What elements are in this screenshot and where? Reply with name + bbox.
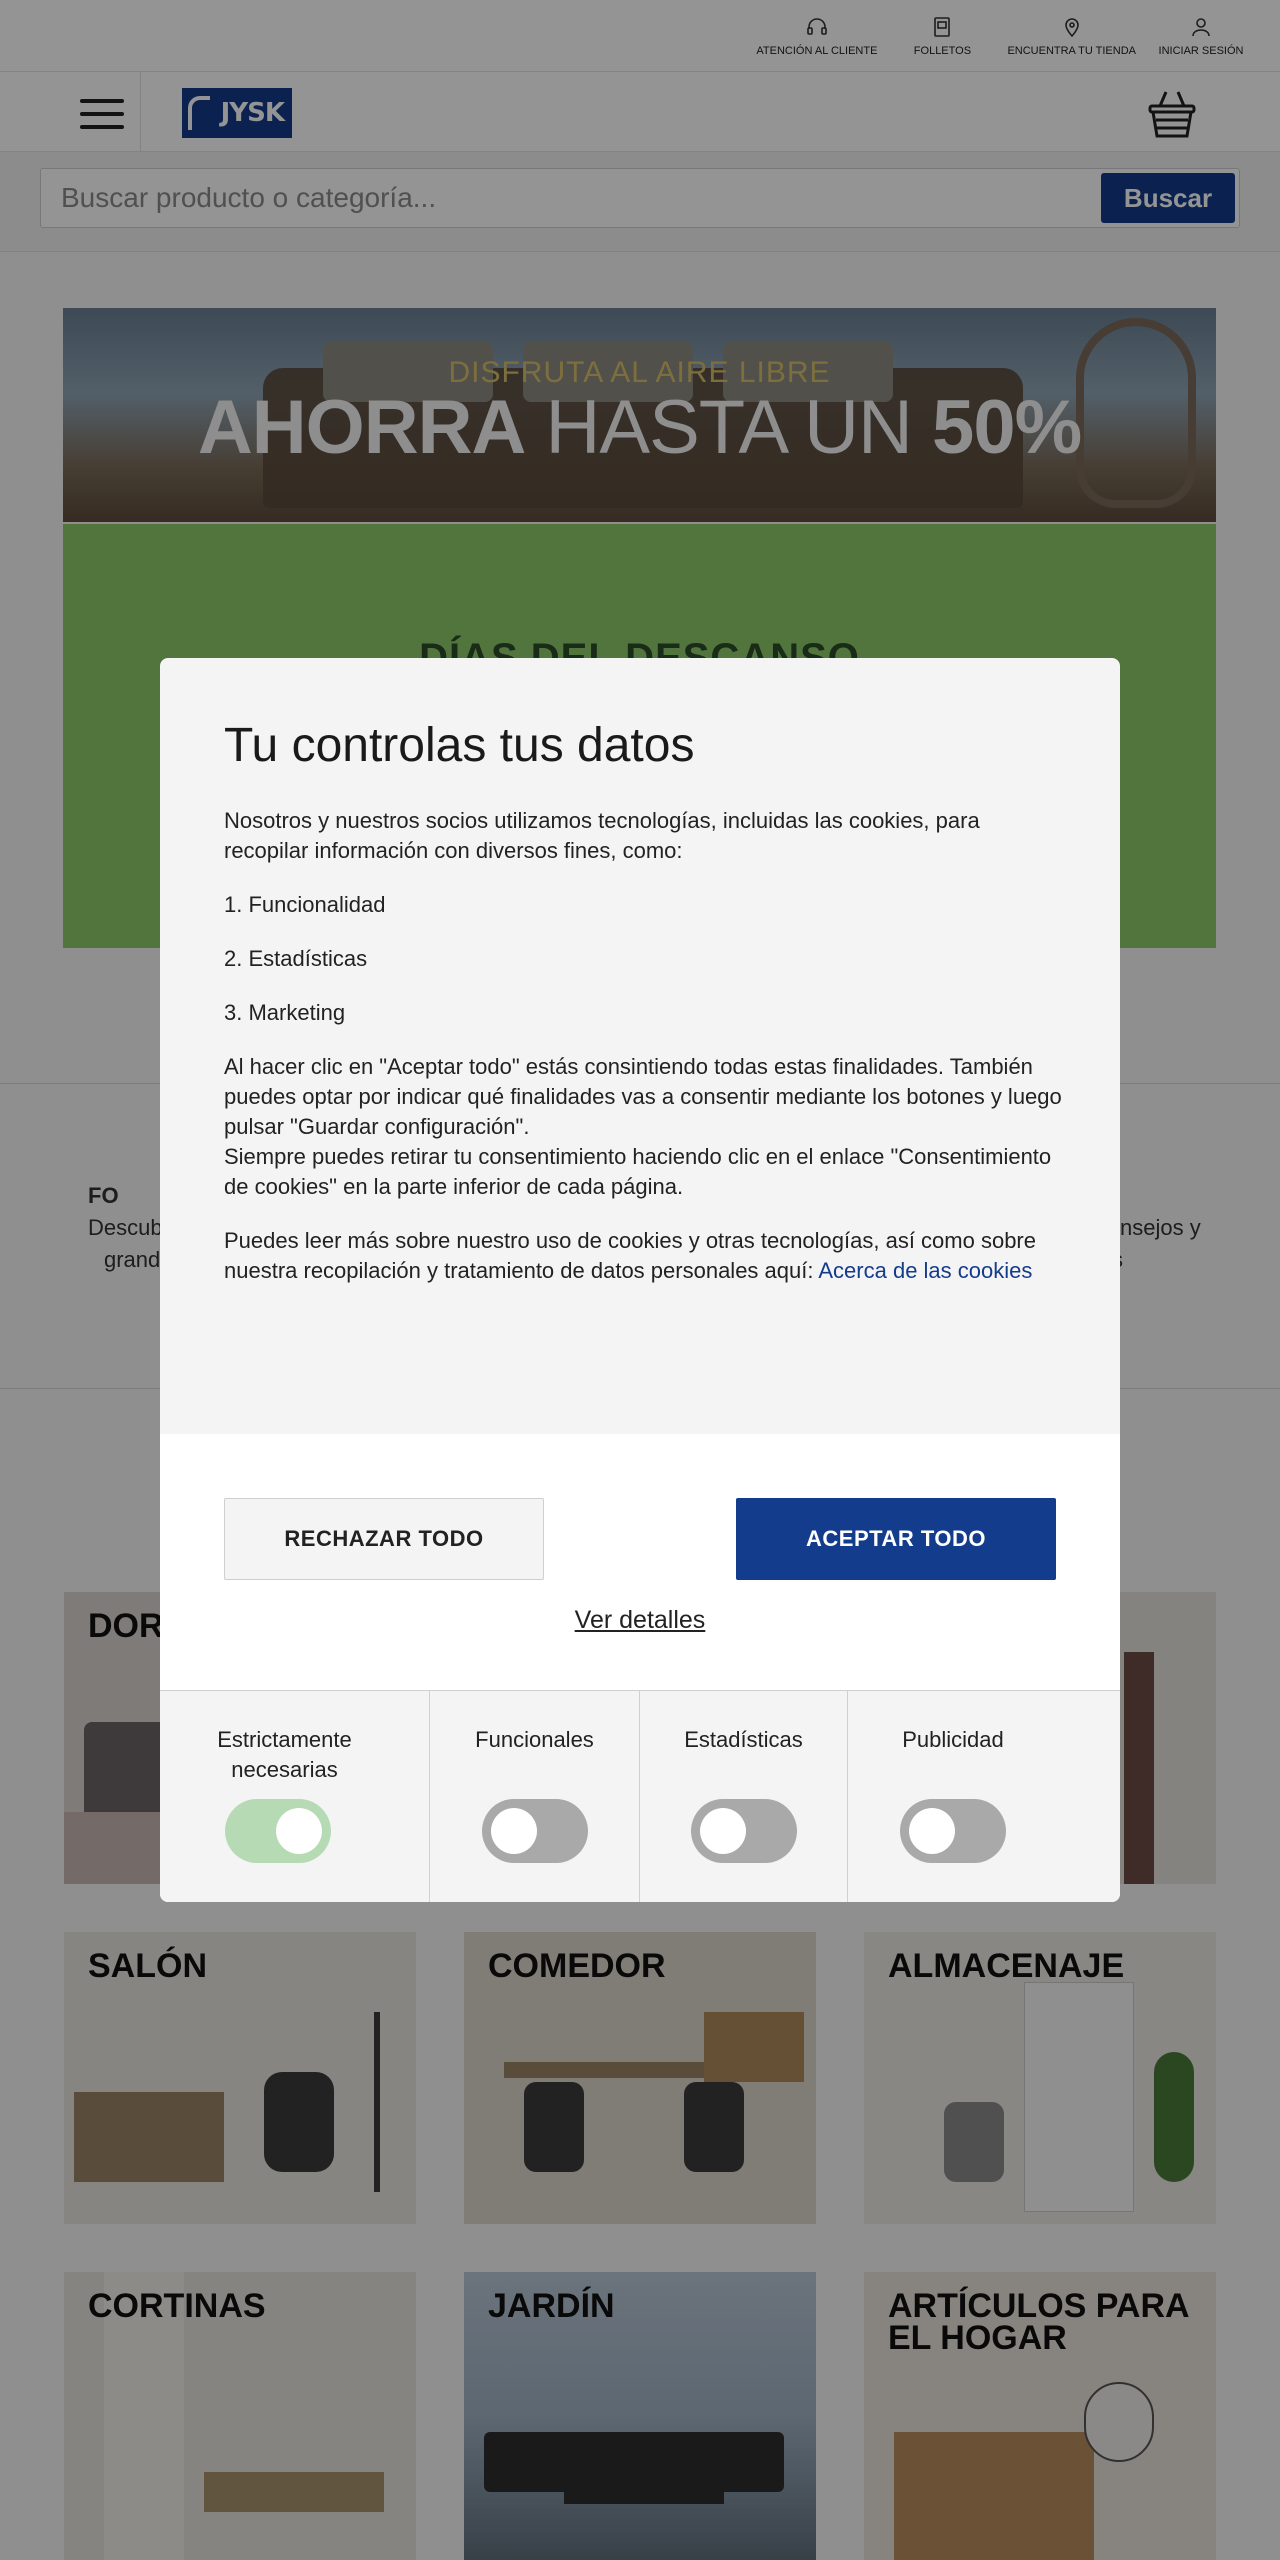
- consent-purpose-item: 3. Marketing: [224, 1000, 346, 1025]
- functional-toggle[interactable]: [481, 1799, 588, 1863]
- consent-body: Nosotros y nuestros socios utilizamos te…: [224, 806, 1064, 1310]
- consent-more: Puedes leer más sobre nuestro uso de coo…: [224, 1226, 1064, 1286]
- cookies-info-link[interactable]: Acerca de las cookies: [818, 1258, 1032, 1283]
- consent-withdraw: Siempre puedes retirar tu consentimiento…: [224, 1144, 1052, 1199]
- toggle-column-necessary: Estrictamente necesarias: [160, 1691, 430, 1902]
- statistics-toggle[interactable]: [690, 1799, 797, 1863]
- advertising-toggle[interactable]: [900, 1799, 1006, 1863]
- toggle-label: Funcionales: [475, 1727, 594, 1752]
- consent-explain: Al hacer clic en "Aceptar todo" estás co…: [224, 1054, 1062, 1139]
- toggle-column-statistics: Estadísticas: [640, 1691, 848, 1902]
- toggle-knob: [490, 1808, 537, 1854]
- toggle-label: Publicidad: [902, 1727, 1004, 1752]
- toggle-label: Estrictamente necesarias: [217, 1727, 352, 1782]
- toggle-knob: [699, 1808, 746, 1854]
- toggle-knob: [909, 1808, 955, 1854]
- cookie-consent-dialog: Tu controlas tus datos Nosotros y nuestr…: [160, 658, 1120, 1902]
- toggle-column-functional: Funcionales: [430, 1691, 640, 1902]
- toggle-label: Estadísticas: [684, 1727, 803, 1752]
- consent-toggles: Estrictamente necesarias Funcionales Est…: [160, 1690, 1120, 1902]
- reject-all-button[interactable]: RECHAZAR TODO: [224, 1498, 544, 1580]
- accept-all-button[interactable]: ACEPTAR TODO: [736, 1498, 1056, 1580]
- consent-intro: Nosotros y nuestros socios utilizamos te…: [224, 808, 980, 863]
- necessary-toggle[interactable]: [224, 1799, 331, 1863]
- consent-title: Tu controlas tus datos: [224, 719, 695, 772]
- consent-purpose-item: 2. Estadísticas: [224, 946, 368, 971]
- toggle-knob: [275, 1808, 322, 1854]
- consent-actions: RECHAZAR TODO ACEPTAR TODO Ver detalles: [160, 1434, 1120, 1690]
- view-details-link[interactable]: Ver detalles: [160, 1606, 1120, 1635]
- toggle-column-advertising: Publicidad: [848, 1691, 1058, 1902]
- consent-purpose-item: 1. Funcionalidad: [224, 892, 386, 917]
